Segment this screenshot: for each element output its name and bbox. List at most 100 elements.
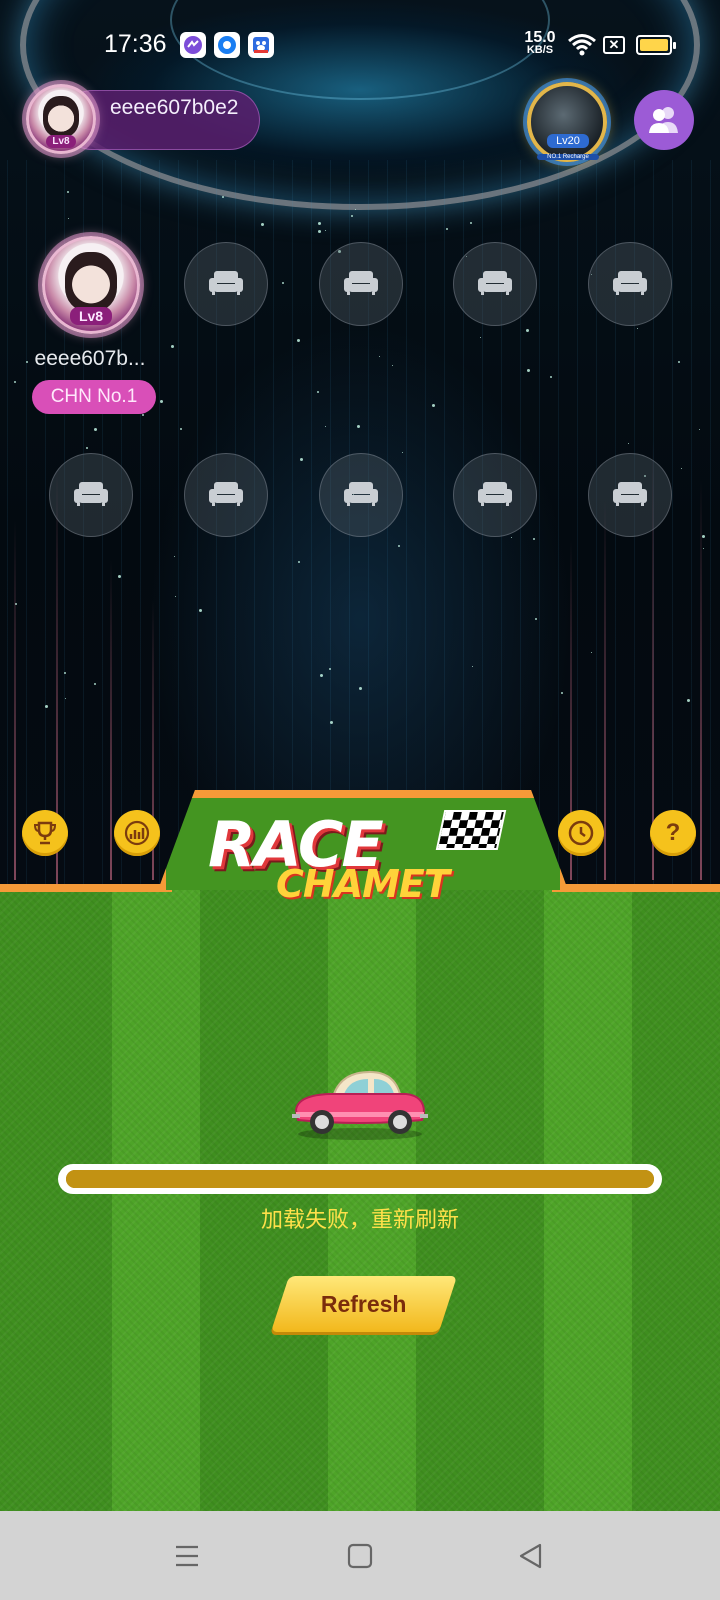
host-avatar[interactable]: Lv8 bbox=[26, 84, 96, 154]
star-dot bbox=[325, 230, 326, 231]
star-dot bbox=[355, 209, 356, 210]
star-dot bbox=[320, 674, 323, 677]
audience-button[interactable] bbox=[634, 90, 694, 150]
star-dot bbox=[398, 545, 400, 547]
light-beam bbox=[604, 500, 606, 880]
star-dot bbox=[637, 328, 638, 329]
seat-1-avatar[interactable]: Lv8 bbox=[42, 236, 140, 334]
refresh-button[interactable]: Refresh bbox=[270, 1276, 458, 1332]
trophy-icon bbox=[33, 821, 57, 845]
star-dot bbox=[68, 218, 69, 219]
light-beam bbox=[110, 560, 112, 880]
star-dot bbox=[298, 561, 300, 563]
star-dot bbox=[446, 228, 448, 230]
seat-1-level-badge: Lv8 bbox=[70, 307, 112, 325]
logo-chamet-text: CHAMET bbox=[276, 862, 450, 906]
seat-1-country-badge: CHN No.1 bbox=[32, 380, 156, 414]
loading-progress-bar bbox=[58, 1164, 662, 1194]
star-dot bbox=[325, 426, 326, 427]
star-dot bbox=[699, 429, 700, 430]
status-time: 17:36 bbox=[104, 30, 167, 58]
home-icon bbox=[347, 1543, 373, 1569]
back-icon bbox=[519, 1543, 542, 1569]
rank-badge[interactable]: Lv20 NO.1 Recharge bbox=[527, 82, 607, 162]
empty-seat-8[interactable] bbox=[319, 453, 403, 537]
star-dot bbox=[359, 687, 362, 690]
menu-icon bbox=[176, 1545, 198, 1567]
status-bar: 17:36 15.0 KB/S ✕ bbox=[0, 0, 720, 88]
sofa-icon bbox=[208, 268, 244, 301]
star-dot bbox=[392, 365, 393, 366]
load-failed-message: 加载失败，重新刷新 bbox=[260, 1207, 459, 1232]
star-dot bbox=[535, 618, 537, 620]
host-level-badge: Lv8 bbox=[46, 135, 76, 148]
avatar-photo bbox=[43, 95, 79, 137]
back-button[interactable] bbox=[508, 1533, 554, 1579]
empty-seat-2[interactable] bbox=[184, 242, 268, 326]
star-dot bbox=[550, 376, 552, 378]
empty-seat-5[interactable] bbox=[588, 242, 672, 326]
help-icon: ? bbox=[665, 819, 681, 846]
star-dot bbox=[703, 548, 704, 549]
baidu-icon bbox=[248, 32, 274, 58]
star-dot bbox=[527, 369, 530, 372]
menu-button[interactable] bbox=[164, 1533, 210, 1579]
sofa-icon bbox=[343, 479, 379, 512]
seat-1-username: eeee607b... bbox=[34, 347, 146, 370]
star-dot bbox=[470, 222, 472, 224]
race-field bbox=[0, 884, 720, 1511]
star-dot bbox=[94, 428, 97, 431]
star-dot bbox=[118, 575, 121, 578]
star-dot bbox=[94, 683, 96, 685]
star-dot bbox=[533, 538, 535, 540]
system-navigation-bar bbox=[0, 1511, 720, 1600]
sofa-icon bbox=[477, 479, 513, 512]
stats-button[interactable] bbox=[114, 810, 160, 856]
sofa-icon bbox=[477, 268, 513, 301]
star-dot bbox=[300, 458, 303, 461]
star-dot bbox=[174, 556, 175, 557]
star-dot bbox=[561, 692, 563, 694]
empty-seat-9[interactable] bbox=[453, 453, 537, 537]
empty-seat-6[interactable] bbox=[49, 453, 133, 537]
star-dot bbox=[318, 222, 321, 225]
users-icon bbox=[649, 107, 678, 133]
star-dot bbox=[702, 535, 705, 538]
help-button[interactable]: ? bbox=[650, 810, 696, 856]
wifi-icon bbox=[567, 32, 597, 61]
empty-seat-3[interactable] bbox=[319, 242, 403, 326]
chart-icon bbox=[124, 820, 150, 846]
battery-icon bbox=[636, 35, 676, 55]
star-dot bbox=[297, 339, 300, 342]
star-dot bbox=[330, 721, 333, 724]
star-dot bbox=[199, 609, 202, 612]
sofa-icon bbox=[208, 479, 244, 512]
home-button[interactable] bbox=[337, 1533, 383, 1579]
star-dot bbox=[681, 468, 682, 469]
star-dot bbox=[160, 400, 163, 403]
star-dot bbox=[14, 381, 16, 383]
star-dot bbox=[282, 282, 284, 284]
star-dot bbox=[171, 345, 174, 348]
star-dot bbox=[142, 414, 144, 416]
sofa-icon bbox=[612, 268, 648, 301]
sofa-icon bbox=[73, 479, 109, 512]
star-dot bbox=[480, 337, 481, 338]
empty-seat-4[interactable] bbox=[453, 242, 537, 326]
empty-seat-7[interactable] bbox=[184, 453, 268, 537]
clock-icon bbox=[568, 820, 594, 846]
empty-seat-10[interactable] bbox=[588, 453, 672, 537]
star-dot bbox=[511, 537, 512, 538]
star-dot bbox=[318, 230, 321, 233]
sofa-icon bbox=[343, 268, 379, 301]
leaderboard-button[interactable] bbox=[22, 810, 68, 856]
history-button[interactable] bbox=[558, 810, 604, 856]
star-dot bbox=[86, 447, 88, 449]
light-beam bbox=[700, 480, 702, 880]
star-dot bbox=[687, 699, 690, 702]
host-name: eeee607b0e2 bbox=[110, 96, 239, 119]
loading-progress-fill bbox=[66, 1170, 654, 1188]
rank-caption: NO.1 Recharge bbox=[537, 154, 599, 160]
star-dot bbox=[357, 425, 360, 428]
star-dot bbox=[472, 666, 473, 667]
